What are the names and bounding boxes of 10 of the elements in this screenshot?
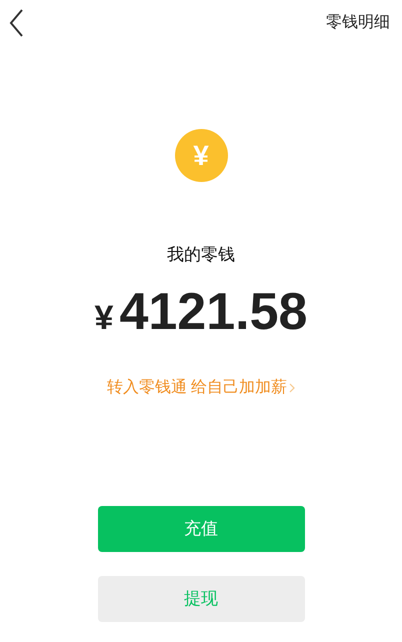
coin-icon: ¥ xyxy=(174,129,228,182)
withdraw-button[interactable]: 提现 xyxy=(98,576,304,622)
wallet-details-link[interactable]: 零钱明细 xyxy=(326,10,390,34)
chevron-icon xyxy=(289,382,296,392)
currency-symbol: ¥ xyxy=(94,298,114,338)
balance-amount: 4121.58 xyxy=(119,286,308,338)
promo-link[interactable]: 转入零钱通 给自己加加薪 xyxy=(106,376,288,400)
back-icon[interactable] xyxy=(8,8,24,38)
balance-label: 我的零钱 xyxy=(167,244,235,266)
top-up-button[interactable]: 充值 xyxy=(98,506,304,552)
